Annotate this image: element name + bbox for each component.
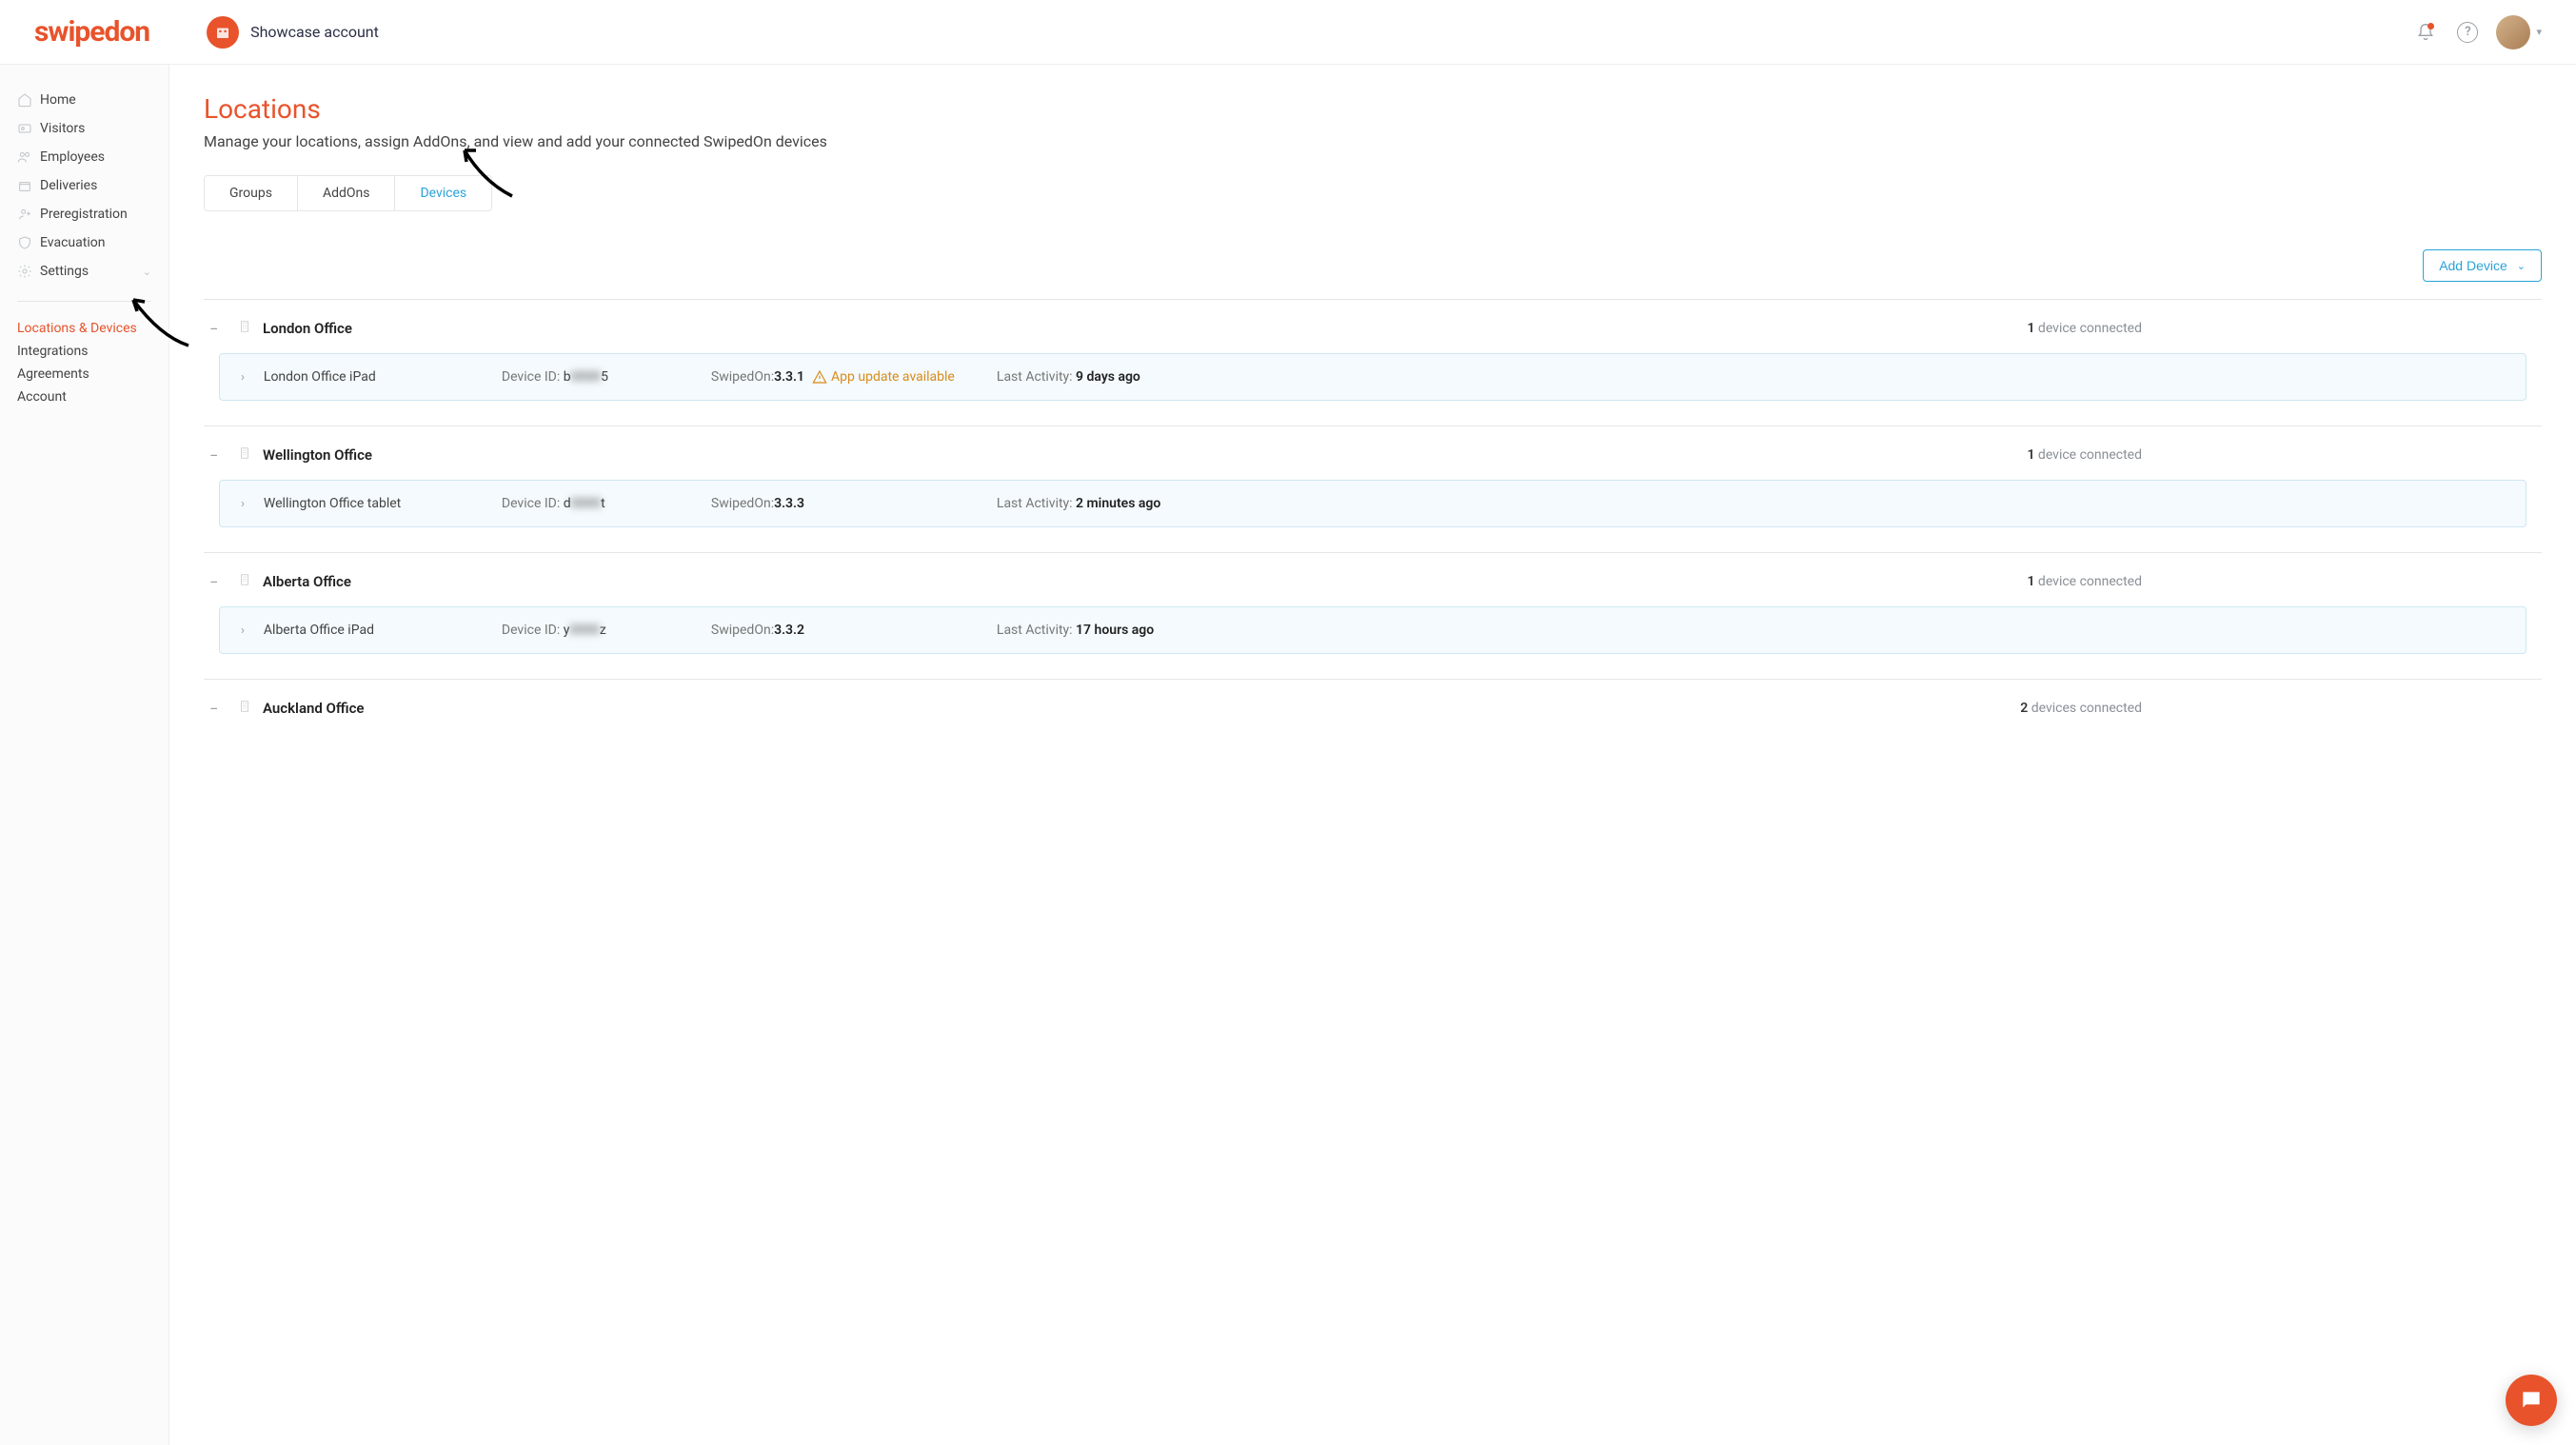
add-device-button[interactable]: Add Device ⌄ (2423, 249, 2542, 282)
location-name: Alberta Office (263, 573, 351, 590)
building-icon (238, 319, 251, 338)
account-chevron-icon[interactable]: ▾ (2536, 26, 2542, 38)
building-icon (238, 699, 251, 718)
location-name: Wellington Office (263, 446, 372, 464)
tab-addons[interactable]: AddOns (298, 176, 396, 210)
device-count: 1 device connected (2027, 321, 2142, 336)
device-count: 1 device connected (2027, 447, 2142, 463)
page-subtitle: Manage your locations, assign AddOns, an… (204, 132, 2542, 150)
device-row[interactable]: › Alberta Office iPadDevice ID: y0000zSwi… (219, 606, 2526, 654)
home-icon (17, 92, 40, 108)
sidebar-item-evacuation[interactable]: Evacuation (17, 228, 151, 257)
location-block: − Wellington Office 1 device connected › Wel… (204, 426, 2542, 552)
sidebar-divider (17, 301, 151, 302)
chevron-right-icon: › (241, 497, 245, 511)
people-icon (17, 149, 40, 165)
help-button[interactable]: ? (2448, 13, 2487, 51)
chevron-down-icon: ⌄ (143, 266, 151, 278)
id-icon (17, 121, 40, 136)
update-warning: App update available (812, 369, 955, 385)
chevron-down-icon: ⌄ (2517, 260, 2526, 272)
location-block: − Alberta Office 1 device connected › Albert… (204, 552, 2542, 679)
sidebar-item-locations-devices[interactable]: Locations & Devices (17, 317, 151, 340)
device-row[interactable]: › Wellington Office tabletDevice ID: d000… (219, 480, 2526, 527)
shield-icon (17, 235, 40, 250)
location-name: Auckland Office (263, 700, 364, 717)
last-activity: Last Activity: 17 hours ago (997, 623, 2505, 638)
page-title: Locations (204, 93, 2542, 125)
chevron-right-icon: › (241, 370, 245, 385)
account-badge-icon[interactable] (207, 16, 239, 49)
sidebar-item-preregistration[interactable]: Preregistration (17, 200, 151, 228)
device-name: London Office iPad (264, 369, 502, 385)
main-content: Locations Manage your locations, assign … (169, 65, 2576, 1445)
device-row[interactable]: › London Office iPadDevice ID: b00005Swip… (219, 353, 2526, 401)
sidebar-item-visitors[interactable]: Visitors (17, 114, 151, 143)
sidebar: Home Visitors Employees Deliveries Prere… (0, 65, 169, 1445)
sidebar-item-settings[interactable]: Settings ⌄ (17, 257, 151, 286)
device-count: 2 devices connected (2020, 701, 2142, 716)
sidebar-item-employees[interactable]: Employees (17, 143, 151, 171)
building-icon (238, 572, 251, 591)
sidebar-item-home[interactable]: Home (17, 86, 151, 114)
collapse-toggle[interactable]: − (209, 446, 223, 465)
collapse-toggle[interactable]: − (209, 573, 223, 591)
topbar: swipedon Showcase account ? ▾ (0, 0, 2576, 65)
package-icon (17, 178, 40, 193)
sidebar-item-label: Employees (40, 149, 105, 165)
add-device-label: Add Device (2439, 258, 2507, 273)
device-count: 1 device connected (2027, 574, 2142, 589)
sidebar-item-agreements[interactable]: Agreements (17, 363, 151, 386)
last-activity: Last Activity: 2 minutes ago (997, 496, 2505, 511)
tab-devices[interactable]: Devices (395, 176, 491, 210)
device-version: SwipedOn: 3.3.3 (711, 496, 997, 511)
sidebar-item-integrations[interactable]: Integrations (17, 340, 151, 363)
sidebar-item-deliveries[interactable]: Deliveries (17, 171, 151, 200)
sidebar-item-label: Settings (40, 264, 89, 279)
device-id: Device ID: y0000z (502, 623, 711, 638)
user-plus-icon (17, 207, 40, 222)
chevron-right-icon: › (241, 624, 245, 638)
building-icon (238, 445, 251, 465)
last-activity: Last Activity: 9 days ago (997, 369, 2505, 385)
location-block: − Auckland Office 2 devices connected (204, 679, 2542, 758)
gear-icon (17, 264, 40, 279)
device-version: SwipedOn: 3.3.1App update available (711, 369, 997, 385)
notifications-button[interactable] (2407, 13, 2445, 51)
avatar[interactable] (2496, 15, 2530, 49)
sidebar-item-label: Visitors (40, 121, 85, 136)
sidebar-item-label: Deliveries (40, 178, 97, 193)
sidebar-item-label: Home (40, 92, 76, 108)
collapse-toggle[interactable]: − (209, 320, 223, 338)
account-name[interactable]: Showcase account (250, 23, 379, 41)
brand-logo[interactable]: swipedon (34, 15, 149, 49)
tab-bar: Groups AddOns Devices (204, 175, 492, 211)
device-version: SwipedOn: 3.3.2 (711, 623, 997, 638)
device-name: Alberta Office iPad (264, 623, 502, 638)
sidebar-item-label: Evacuation (40, 235, 105, 250)
chat-fab[interactable] (2506, 1375, 2557, 1426)
sidebar-item-account[interactable]: Account (17, 386, 151, 408)
location-block: − London Office 1 device connected › London … (204, 299, 2542, 426)
device-id: Device ID: b00005 (502, 369, 711, 385)
collapse-toggle[interactable]: − (209, 700, 223, 718)
sidebar-item-label: Preregistration (40, 207, 128, 222)
device-name: Wellington Office tablet (264, 496, 502, 511)
location-name: London Office (263, 320, 352, 337)
device-id: Device ID: d0000t (502, 496, 711, 511)
tab-groups[interactable]: Groups (205, 176, 298, 210)
